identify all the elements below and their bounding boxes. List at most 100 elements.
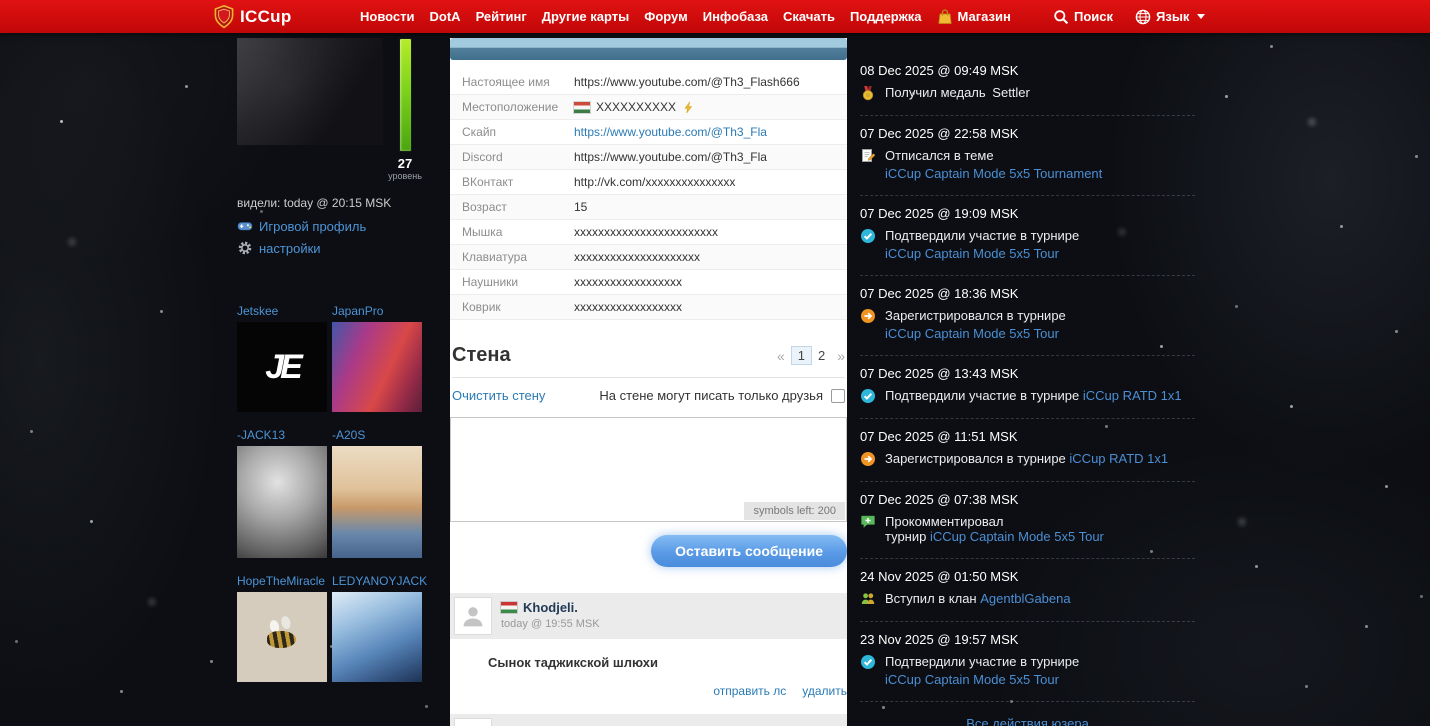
nav-menu-item[interactable]: Магазин — [937, 8, 1011, 25]
friends-only-checkbox[interactable] — [831, 388, 845, 403]
pagination-next[interactable]: » — [837, 348, 845, 364]
clear-wall-link[interactable]: Очистить стену — [452, 388, 545, 403]
friend-avatar[interactable] — [332, 446, 422, 558]
confirm-icon — [860, 228, 876, 244]
language-selector[interactable]: Язык — [1135, 9, 1206, 25]
person-icon — [463, 607, 483, 627]
info-value-text: https://www.youtube.com/@Th3_Flash666 — [574, 75, 800, 89]
friend-avatar[interactable] — [332, 322, 422, 412]
activity-link[interactable]: Settler — [992, 85, 1030, 100]
nav-menu-item[interactable]: Поддержка — [850, 9, 922, 24]
nav-menu-item[interactable]: Другие карты — [542, 9, 629, 24]
friend-avatar[interactable] — [237, 446, 327, 558]
activity-text: Получил медаль Settler — [885, 85, 1030, 100]
profile-info-row: Коврик xxxxxxxxxxxxxxxxxx — [450, 295, 847, 320]
comment-actions: отправить лс удалить — [450, 682, 847, 698]
activity-link[interactable]: iCCup Captain Mode 5x5 Tournament — [885, 166, 1102, 181]
info-row-label: Настоящее имя — [462, 75, 550, 89]
commenter-avatar[interactable] — [454, 718, 492, 726]
comment-time: today @ 19:55 MSK — [501, 618, 600, 630]
nav-menu-item[interactable]: Рейтинг — [476, 9, 527, 24]
activity-item: 07 Dec 2025 @ 13:43 MSK Подтвердили участ… — [860, 356, 1195, 419]
register-icon — [860, 308, 876, 324]
symbols-left-counter: symbols left: 200 — [744, 502, 845, 520]
info-row-value: http://vk.com/xxxxxxxxxxxxxxx — [574, 175, 735, 189]
delete-comment-link[interactable]: удалить — [802, 684, 847, 698]
search-label: Поиск — [1074, 9, 1114, 24]
profile-info-row: Возраст 15 — [450, 195, 847, 220]
activity-link[interactable]: iCCup Captain Mode 5x5 Tour — [885, 672, 1079, 687]
site-logo[interactable]: ICCup — [214, 0, 292, 33]
nav-menu-item-label: Магазин — [957, 9, 1011, 24]
profile-info-row: Discord https://www.youtube.com/@Th3_Fla — [450, 145, 847, 170]
all-actions-row: Все действия юзера — [860, 702, 1195, 726]
activity-item: 07 Dec 2025 @ 07:38 MSK Прокомментировал т… — [860, 482, 1195, 559]
submit-message-button[interactable]: Оставить сообщение — [651, 535, 847, 567]
settings-label: настройки — [259, 240, 321, 256]
nav-menu-item-label: Форум — [644, 9, 688, 24]
nav-menu-item[interactable]: Форум — [644, 9, 687, 24]
activity-text-main: Подтвердили участие в турнире — [885, 388, 1080, 403]
pagination-page[interactable]: 2 — [812, 347, 831, 364]
activity-item: 23 Nov 2025 @ 19:57 MSK Подтвердили участ… — [860, 622, 1195, 702]
friend-name-link[interactable]: Jetskee — [237, 304, 332, 318]
friend-name-link[interactable]: -A20S — [332, 428, 432, 442]
pagination-prev[interactable]: « — [777, 348, 785, 364]
wall-pagination: « 12 » — [777, 346, 845, 365]
info-value-text: xxxxxxxxxxxxxxxxxxxxxxxx — [574, 225, 718, 239]
activity-link[interactable]: iCCup Captain Mode 5x5 Tour — [885, 326, 1066, 341]
activity-date: 07 Dec 2025 @ 13:43 MSK — [860, 366, 1019, 381]
friend-avatar[interactable]: JE — [237, 322, 327, 412]
game-profile-link[interactable]: Игровой профиль — [230, 218, 440, 234]
search-button[interactable]: Поиск — [1053, 9, 1113, 25]
friend-avatar[interactable] — [332, 592, 422, 682]
settings-link[interactable]: настройки — [230, 240, 440, 256]
user-avatar — [237, 38, 383, 145]
activity-link[interactable]: iCCup RATD 1x1 — [1069, 451, 1168, 466]
friend-avatar[interactable] — [237, 592, 327, 682]
info-row-value: XXXXXXXXXX — [573, 100, 695, 114]
send-pm-link[interactable]: отправить лс — [713, 684, 786, 698]
info-value-text: XXXXXXXXXX — [596, 100, 677, 114]
wall-message-textarea[interactable]: symbols left: 200 — [450, 417, 847, 522]
activity-line: Зарегистрировался в турнире iCCup RATD 1… — [860, 451, 1195, 467]
activity-text-main: Прокомментировал — [885, 514, 1004, 529]
profile-info-row: Наушники xxxxxxxxxxxxxxxxxx — [450, 270, 847, 295]
activity-link[interactable]: iCCup Captain Mode 5x5 Tour — [885, 246, 1079, 261]
all-user-actions-link[interactable]: Все действия юзера — [966, 716, 1089, 726]
info-value-link[interactable]: https://www.youtube.com/@Th3_Fla — [574, 125, 767, 139]
note-icon — [860, 148, 876, 164]
nav-menu-item[interactable]: Новости — [360, 9, 415, 24]
activity-link[interactable]: AgentblGabena — [980, 591, 1070, 606]
wall-comment-partial — [450, 714, 847, 726]
friend-name-link[interactable]: JapanPro — [332, 304, 432, 318]
info-row-label: ВКонтакт — [462, 175, 514, 189]
activity-item: 07 Dec 2025 @ 22:58 MSK Отписался в теме … — [860, 116, 1195, 196]
friend-name-link[interactable]: LEDYANOYJACK — [332, 574, 432, 588]
activity-line: Отписался в теме iCCup Captain Mode 5x5 … — [860, 148, 1195, 181]
activity-text-main: Зарегистрировался в турнире — [885, 308, 1066, 323]
activity-link[interactable]: iCCup Captain Mode 5x5 Tour — [930, 529, 1104, 544]
gamepad-icon — [237, 218, 253, 234]
info-row-label: Коврик — [462, 300, 501, 314]
profile-info-row: Мышка xxxxxxxxxxxxxxxxxxxxxxxx — [450, 220, 847, 245]
last-seen: видели: today @ 20:15 MSK — [237, 196, 392, 210]
nav-menu-item[interactable]: Скачать — [783, 9, 835, 24]
commenter-avatar[interactable] — [454, 597, 492, 635]
level-progress-bar — [398, 38, 412, 152]
activity-text: Прокомментировал турнир iCCup Captain Mod… — [885, 514, 1104, 544]
activity-link[interactable]: iCCup RATD 1x1 — [1083, 388, 1182, 403]
info-row-value: xxxxxxxxxxxxxxxxxxxxx — [574, 250, 700, 264]
pagination-page[interactable]: 1 — [790, 346, 812, 365]
nav-menu-item[interactable]: DotA — [430, 9, 461, 24]
activity-line: Зарегистрировался в турнире iCCup Captai… — [860, 308, 1195, 341]
friend-name-link[interactable]: -JACK13 — [237, 428, 332, 442]
nav-menu-item[interactable]: Инфобаза — [703, 9, 768, 24]
friend-name-link[interactable]: HopeTheMiracle — [237, 574, 332, 588]
activity-text-main: Подтвердили участие в турнире — [885, 228, 1080, 243]
info-row-value: xxxxxxxxxxxxxxxxxx — [574, 275, 682, 289]
main-menu: Новости DotA Рейтинг Другие карты Форум Инфоб… — [360, 0, 1011, 33]
comment-author-link[interactable]: Khodjeli. — [523, 600, 578, 615]
activity-text-main: Вступил в клан — [885, 591, 977, 606]
activity-text-main: Получил медаль — [885, 85, 986, 100]
